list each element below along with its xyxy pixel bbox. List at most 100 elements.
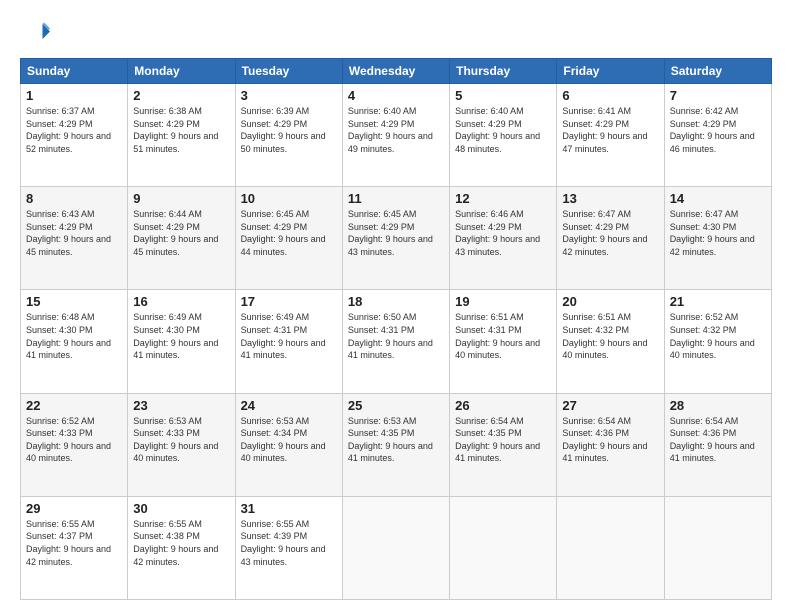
day-info: Sunrise: 6:55 AMSunset: 4:39 PMDaylight:…	[241, 519, 326, 567]
day-cell: 7 Sunrise: 6:42 AMSunset: 4:29 PMDaylight…	[664, 84, 771, 187]
day-number: 11	[348, 191, 444, 206]
day-cell: 18 Sunrise: 6:50 AMSunset: 4:31 PMDayligh…	[342, 290, 449, 393]
day-info: Sunrise: 6:54 AMSunset: 4:36 PMDaylight:…	[670, 416, 755, 464]
day-info: Sunrise: 6:41 AMSunset: 4:29 PMDaylight:…	[562, 106, 647, 154]
day-info: Sunrise: 6:49 AMSunset: 4:31 PMDaylight:…	[241, 312, 326, 360]
day-info: Sunrise: 6:38 AMSunset: 4:29 PMDaylight:…	[133, 106, 218, 154]
weekday-header-sunday: Sunday	[21, 59, 128, 84]
day-cell: 8Sunrise: 6:43 AMSunset: 4:29 PMDaylight…	[21, 187, 128, 290]
day-number: 7	[670, 88, 766, 103]
day-info: Sunrise: 6:45 AMSunset: 4:29 PMDaylight:…	[348, 209, 433, 257]
weekday-header-friday: Friday	[557, 59, 664, 84]
weekday-header-wednesday: Wednesday	[342, 59, 449, 84]
day-info: Sunrise: 6:55 AMSunset: 4:37 PMDaylight:…	[26, 519, 111, 567]
day-number: 19	[455, 294, 551, 309]
week-row-1: 1 Sunrise: 6:37 AMSunset: 4:29 PMDaylight…	[21, 84, 772, 187]
week-row-5: 29 Sunrise: 6:55 AMSunset: 4:37 PMDayligh…	[21, 496, 772, 599]
day-cell	[557, 496, 664, 599]
day-number: 22	[26, 398, 122, 413]
day-number: 1	[26, 88, 122, 103]
day-cell: 11 Sunrise: 6:45 AMSunset: 4:29 PMDayligh…	[342, 187, 449, 290]
day-cell	[342, 496, 449, 599]
day-cell: 24Sunrise: 6:53 AMSunset: 4:34 PMDayligh…	[235, 393, 342, 496]
day-info: Sunrise: 6:49 AMSunset: 4:30 PMDaylight:…	[133, 312, 218, 360]
logo	[20, 18, 54, 48]
day-info: Sunrise: 6:42 AMSunset: 4:29 PMDaylight:…	[670, 106, 755, 154]
day-number: 31	[241, 501, 337, 516]
day-cell	[664, 496, 771, 599]
weekday-header-row: SundayMondayTuesdayWednesdayThursdayFrid…	[21, 59, 772, 84]
day-cell: 17Sunrise: 6:49 AMSunset: 4:31 PMDayligh…	[235, 290, 342, 393]
day-info: Sunrise: 6:45 AMSunset: 4:29 PMDaylight:…	[241, 209, 326, 257]
weekday-header-monday: Monday	[128, 59, 235, 84]
week-row-2: 8Sunrise: 6:43 AMSunset: 4:29 PMDaylight…	[21, 187, 772, 290]
day-cell: 27 Sunrise: 6:54 AMSunset: 4:36 PMDayligh…	[557, 393, 664, 496]
day-number: 14	[670, 191, 766, 206]
day-number: 15	[26, 294, 122, 309]
day-number: 12	[455, 191, 551, 206]
day-cell: 26 Sunrise: 6:54 AMSunset: 4:35 PMDayligh…	[450, 393, 557, 496]
day-cell: 29 Sunrise: 6:55 AMSunset: 4:37 PMDayligh…	[21, 496, 128, 599]
day-cell: 16 Sunrise: 6:49 AMSunset: 4:30 PMDayligh…	[128, 290, 235, 393]
page: SundayMondayTuesdayWednesdayThursdayFrid…	[0, 0, 792, 612]
day-info: Sunrise: 6:40 AMSunset: 4:29 PMDaylight:…	[348, 106, 433, 154]
weekday-header-saturday: Saturday	[664, 59, 771, 84]
weekday-header-tuesday: Tuesday	[235, 59, 342, 84]
day-cell: 10 Sunrise: 6:45 AMSunset: 4:29 PMDayligh…	[235, 187, 342, 290]
calendar-table: SundayMondayTuesdayWednesdayThursdayFrid…	[20, 58, 772, 600]
day-info: Sunrise: 6:37 AMSunset: 4:29 PMDaylight:…	[26, 106, 111, 154]
day-info: Sunrise: 6:53 AMSunset: 4:35 PMDaylight:…	[348, 416, 433, 464]
day-info: Sunrise: 6:50 AMSunset: 4:31 PMDaylight:…	[348, 312, 433, 360]
day-info: Sunrise: 6:55 AMSunset: 4:38 PMDaylight:…	[133, 519, 218, 567]
day-info: Sunrise: 6:54 AMSunset: 4:35 PMDaylight:…	[455, 416, 540, 464]
day-number: 10	[241, 191, 337, 206]
day-number: 20	[562, 294, 658, 309]
day-cell: 28 Sunrise: 6:54 AMSunset: 4:36 PMDayligh…	[664, 393, 771, 496]
day-info: Sunrise: 6:51 AMSunset: 4:32 PMDaylight:…	[562, 312, 647, 360]
day-number: 9	[133, 191, 229, 206]
day-info: Sunrise: 6:52 AMSunset: 4:33 PMDaylight:…	[26, 416, 111, 464]
day-number: 26	[455, 398, 551, 413]
day-info: Sunrise: 6:54 AMSunset: 4:36 PMDaylight:…	[562, 416, 647, 464]
day-cell: 30 Sunrise: 6:55 AMSunset: 4:38 PMDayligh…	[128, 496, 235, 599]
day-number: 8	[26, 191, 122, 206]
logo-icon	[20, 18, 50, 48]
day-number: 25	[348, 398, 444, 413]
day-info: Sunrise: 6:48 AMSunset: 4:30 PMDaylight:…	[26, 312, 111, 360]
day-number: 29	[26, 501, 122, 516]
day-cell: 20 Sunrise: 6:51 AMSunset: 4:32 PMDayligh…	[557, 290, 664, 393]
week-row-3: 15 Sunrise: 6:48 AMSunset: 4:30 PMDayligh…	[21, 290, 772, 393]
day-cell: 4 Sunrise: 6:40 AMSunset: 4:29 PMDaylight…	[342, 84, 449, 187]
day-info: Sunrise: 6:39 AMSunset: 4:29 PMDaylight:…	[241, 106, 326, 154]
day-number: 30	[133, 501, 229, 516]
day-cell: 15 Sunrise: 6:48 AMSunset: 4:30 PMDayligh…	[21, 290, 128, 393]
day-info: Sunrise: 6:46 AMSunset: 4:29 PMDaylight:…	[455, 209, 540, 257]
day-number: 24	[241, 398, 337, 413]
week-row-4: 22 Sunrise: 6:52 AMSunset: 4:33 PMDayligh…	[21, 393, 772, 496]
day-cell: 31 Sunrise: 6:55 AMSunset: 4:39 PMDayligh…	[235, 496, 342, 599]
day-cell: 13 Sunrise: 6:47 AMSunset: 4:29 PMDayligh…	[557, 187, 664, 290]
day-number: 5	[455, 88, 551, 103]
day-number: 13	[562, 191, 658, 206]
day-info: Sunrise: 6:52 AMSunset: 4:32 PMDaylight:…	[670, 312, 755, 360]
day-cell	[450, 496, 557, 599]
day-number: 2	[133, 88, 229, 103]
day-number: 6	[562, 88, 658, 103]
day-cell: 5Sunrise: 6:40 AMSunset: 4:29 PMDaylight…	[450, 84, 557, 187]
day-number: 28	[670, 398, 766, 413]
header	[20, 18, 772, 48]
day-number: 23	[133, 398, 229, 413]
day-number: 16	[133, 294, 229, 309]
day-cell: 9Sunrise: 6:44 AMSunset: 4:29 PMDaylight…	[128, 187, 235, 290]
day-cell: 1 Sunrise: 6:37 AMSunset: 4:29 PMDaylight…	[21, 84, 128, 187]
day-cell: 23Sunrise: 6:53 AMSunset: 4:33 PMDayligh…	[128, 393, 235, 496]
day-number: 18	[348, 294, 444, 309]
day-info: Sunrise: 6:51 AMSunset: 4:31 PMDaylight:…	[455, 312, 540, 360]
day-cell: 12 Sunrise: 6:46 AMSunset: 4:29 PMDayligh…	[450, 187, 557, 290]
weekday-header-thursday: Thursday	[450, 59, 557, 84]
day-number: 4	[348, 88, 444, 103]
day-info: Sunrise: 6:47 AMSunset: 4:29 PMDaylight:…	[562, 209, 647, 257]
day-cell: 6 Sunrise: 6:41 AMSunset: 4:29 PMDaylight…	[557, 84, 664, 187]
day-number: 27	[562, 398, 658, 413]
day-cell: 19 Sunrise: 6:51 AMSunset: 4:31 PMDayligh…	[450, 290, 557, 393]
